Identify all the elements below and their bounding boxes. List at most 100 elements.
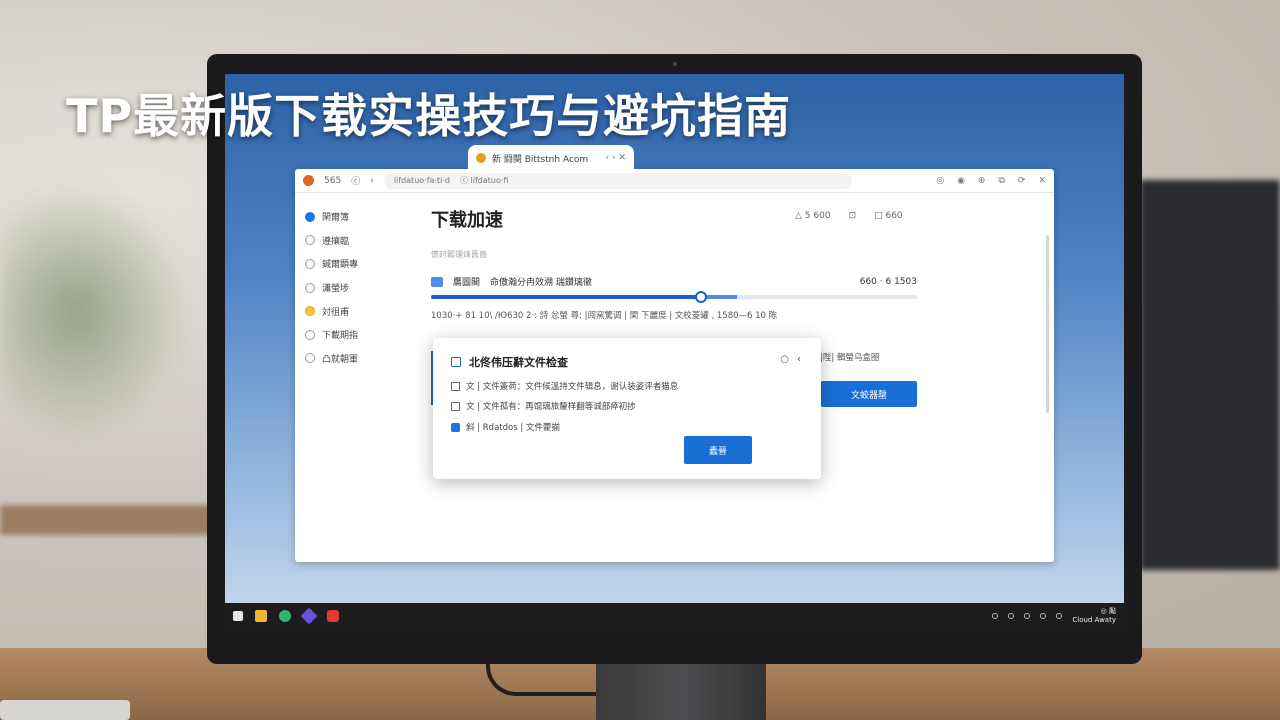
download-speed: 660 · 6 1503 — [859, 276, 917, 287]
sidebar-item[interactable]: 閑爾簿 — [305, 205, 425, 229]
toolbar-right-icons: ◎ ◉ ⊕ ⧉ ⟳ ✕ — [936, 176, 1046, 186]
sidebar-item[interactable]: 瀟螢埗 — [305, 276, 425, 300]
sidebar-item-label: 瀟螢埗 — [322, 284, 350, 295]
extension-icon[interactable]: ◎ — [936, 176, 944, 186]
subtitle-note: 懷莳瓤镶烽舊嗇 — [431, 250, 487, 259]
tray-icon[interactable] — [1024, 612, 1031, 619]
progress-slider-handle[interactable] — [694, 291, 707, 303]
dialog-title: 北佟伟压辭文件检查 — [451, 354, 568, 370]
sidebar-item-label: 凸就朝軍 — [322, 354, 359, 365]
taskbar-clock[interactable]: ◎ 颭 Cloud Awaty — [1072, 607, 1116, 625]
download-row: 鷹圖閣 命傲瀚分冉效溯 瑞鑽璃徹 660 · 6 1503 — [431, 275, 917, 288]
close-icon[interactable]: ✕ — [1038, 176, 1046, 186]
scrollbar[interactable] — [1046, 235, 1049, 413]
sidebar-item-label: 遵攘臨 — [322, 236, 350, 247]
right-hint: |陛| 輯螢乌盒圈 — [820, 353, 880, 363]
reload-icon[interactable]: ⟳ — [1018, 176, 1026, 186]
file-check-dialog: 北佟伟压辭文件检查 ○ ‹ 文 | 文件簽荷：文件候溫持文件辑息，谢认装姿评者猫… — [433, 338, 821, 479]
sidebar-item-label: 下載期指 — [322, 331, 359, 342]
url-text: lifdatuo·fa·ti·d — [393, 176, 450, 185]
dialog-row-text: 斜 | Rdatdos | 文件藿揃 — [466, 423, 560, 433]
status-line: 1030·+ 81 10\ /Ю630 2·: 詩 忿螢 尊: |阅窯驚调 | … — [431, 311, 778, 321]
tab-favicon-icon — [476, 153, 486, 163]
tab-title: 新 闘闋 Bittstnh Acom — [492, 154, 589, 165]
keyboard — [0, 700, 130, 720]
nav-icon — [305, 282, 315, 293]
settings-action[interactable]: ⊡ — [849, 211, 857, 221]
dialog-row: 文 | 文件簽荷：文件候溫持文件辑息，谢认装姿评者猫息 — [451, 380, 678, 392]
dialog-controls: ○ ‹ — [780, 354, 801, 365]
sidebar-item[interactable]: 遵攘臨 — [305, 229, 425, 253]
nav-icon — [305, 211, 315, 222]
checkbox-checked-icon[interactable] — [451, 422, 460, 432]
background-plant — [0, 180, 190, 440]
checkbox-icon[interactable] — [451, 381, 460, 391]
dialog-title-text: 北佟伟压辭文件检查 — [469, 356, 568, 369]
clock-line-2: Cloud Awaty — [1072, 615, 1116, 624]
dialog-row-text: 文 | 文件孤有：再馄璃旅釐样翻等诚部瘁初捗 — [466, 402, 636, 412]
sidebar-item-label: 対徂甫 — [322, 307, 350, 318]
tab-controls[interactable]: ‹ › ✕ — [606, 153, 626, 163]
warning-icon — [305, 306, 315, 317]
browser-toolbar: 565 ⓒ ‹ lifdatuo·fa·ti·d ⓒ lifdatuo·fi ◎… — [295, 169, 1054, 193]
headline: TP最新版下载实操技巧与避坑指南 — [66, 89, 792, 143]
sidebar-item[interactable]: 対徂甫 — [305, 299, 425, 323]
alert-action[interactable]: △ 5 600 — [795, 211, 831, 221]
minimize-icon[interactable]: ○ — [780, 354, 789, 365]
tray-icon[interactable] — [1008, 612, 1015, 619]
dialog-row-text: 文 | 文件簽荷：文件候溫持文件辑息，谢认装姿评者猫息 — [466, 382, 679, 392]
tray-icon[interactable] — [992, 612, 999, 619]
folder-icon[interactable] — [255, 609, 267, 622]
tray-icon[interactable] — [1040, 612, 1047, 619]
nav-icon — [305, 353, 315, 364]
download-icon[interactable]: ⊕ — [978, 176, 986, 186]
nav-icon — [305, 329, 315, 340]
nav-icon — [305, 258, 315, 269]
header-actions: △ 5 600 ⊡ □ 660 — [795, 211, 903, 221]
dialog-row: 斜 | Rdatdos | 文件藿揃 — [451, 421, 560, 433]
address-bar[interactable]: lifdatuo·fa·ti·d ⓒ lifdatuo·fi — [383, 172, 852, 189]
clock-line-1: ◎ 颭 — [1100, 606, 1116, 615]
progress-fill — [431, 295, 701, 299]
count-action[interactable]: □ 660 — [874, 211, 903, 221]
background-dark-object — [1140, 180, 1280, 570]
taskbar: ◎ 颭 Cloud Awaty — [225, 603, 1124, 628]
page-title: 下载加速 — [431, 210, 503, 231]
toolbar-item[interactable]: 565 — [324, 176, 341, 186]
start-icon[interactable] — [233, 610, 243, 621]
download-badge-icon — [431, 276, 443, 287]
edge-icon[interactable] — [279, 609, 291, 622]
system-tray: ◎ 颭 Cloud Awaty — [992, 607, 1116, 625]
sidebar-item[interactable]: 鍼爾顕專 — [305, 252, 425, 276]
confirm-button[interactable]: 蠹晉 — [684, 436, 752, 464]
browser-tab[interactable]: 新 闘闋 Bittstnh Acom ‹ › ✕ — [468, 145, 634, 171]
sidebar-item-label: 閑爾簿 — [322, 213, 350, 224]
tray-icon[interactable] — [1056, 612, 1063, 619]
primary-button[interactable]: 文蛟器罄 — [821, 381, 917, 407]
collapse-icon[interactable]: ‹ — [797, 354, 801, 365]
refresh-icon[interactable]: ⓒ — [351, 174, 360, 187]
sidebar-item[interactable]: 下載期指 — [305, 323, 425, 347]
browser-logo-icon — [303, 175, 314, 186]
screen: 新 闘闋 Bittstnh Acom ‹ › ✕ 565 ⓒ ‹ lifdatu… — [225, 74, 1124, 628]
sidebar-item-label: 鍼爾顕專 — [322, 260, 359, 271]
webcam — [673, 62, 677, 66]
file-icon — [451, 357, 461, 367]
window-icon[interactable]: ⧉ — [998, 176, 1004, 186]
dialog-row: 文 | 文件孤有：再馄璃旅釐样翻等诚部瘁初捗 — [451, 400, 636, 412]
download-progress-bar — [431, 291, 917, 303]
nav-icon — [305, 235, 315, 246]
back-icon[interactable]: ‹ — [370, 176, 374, 186]
download-label: 鷹圖閣 — [453, 278, 481, 288]
sidebar: 閑爾簿 遵攘臨 鍼爾顕專 瀟螢埗 対徂甫 下載期指 凸就朝軍 — [305, 205, 425, 370]
url-text-secondary: ⓒ lifdatuo·fi — [459, 176, 509, 185]
app-icon[interactable] — [300, 607, 318, 624]
browser-window: 新 闘闋 Bittstnh Acom ‹ › ✕ 565 ⓒ ‹ lifdatu… — [295, 145, 1054, 562]
recorder-icon[interactable] — [327, 609, 339, 622]
monitor-stand — [596, 662, 766, 720]
background-shelf — [0, 505, 215, 535]
eye-icon[interactable]: ◉ — [957, 176, 965, 186]
download-description: 命傲瀚分冉效溯 瑞鑽璃徹 — [490, 278, 592, 288]
sidebar-item[interactable]: 凸就朝軍 — [305, 347, 425, 371]
checkbox-icon[interactable] — [451, 401, 460, 411]
